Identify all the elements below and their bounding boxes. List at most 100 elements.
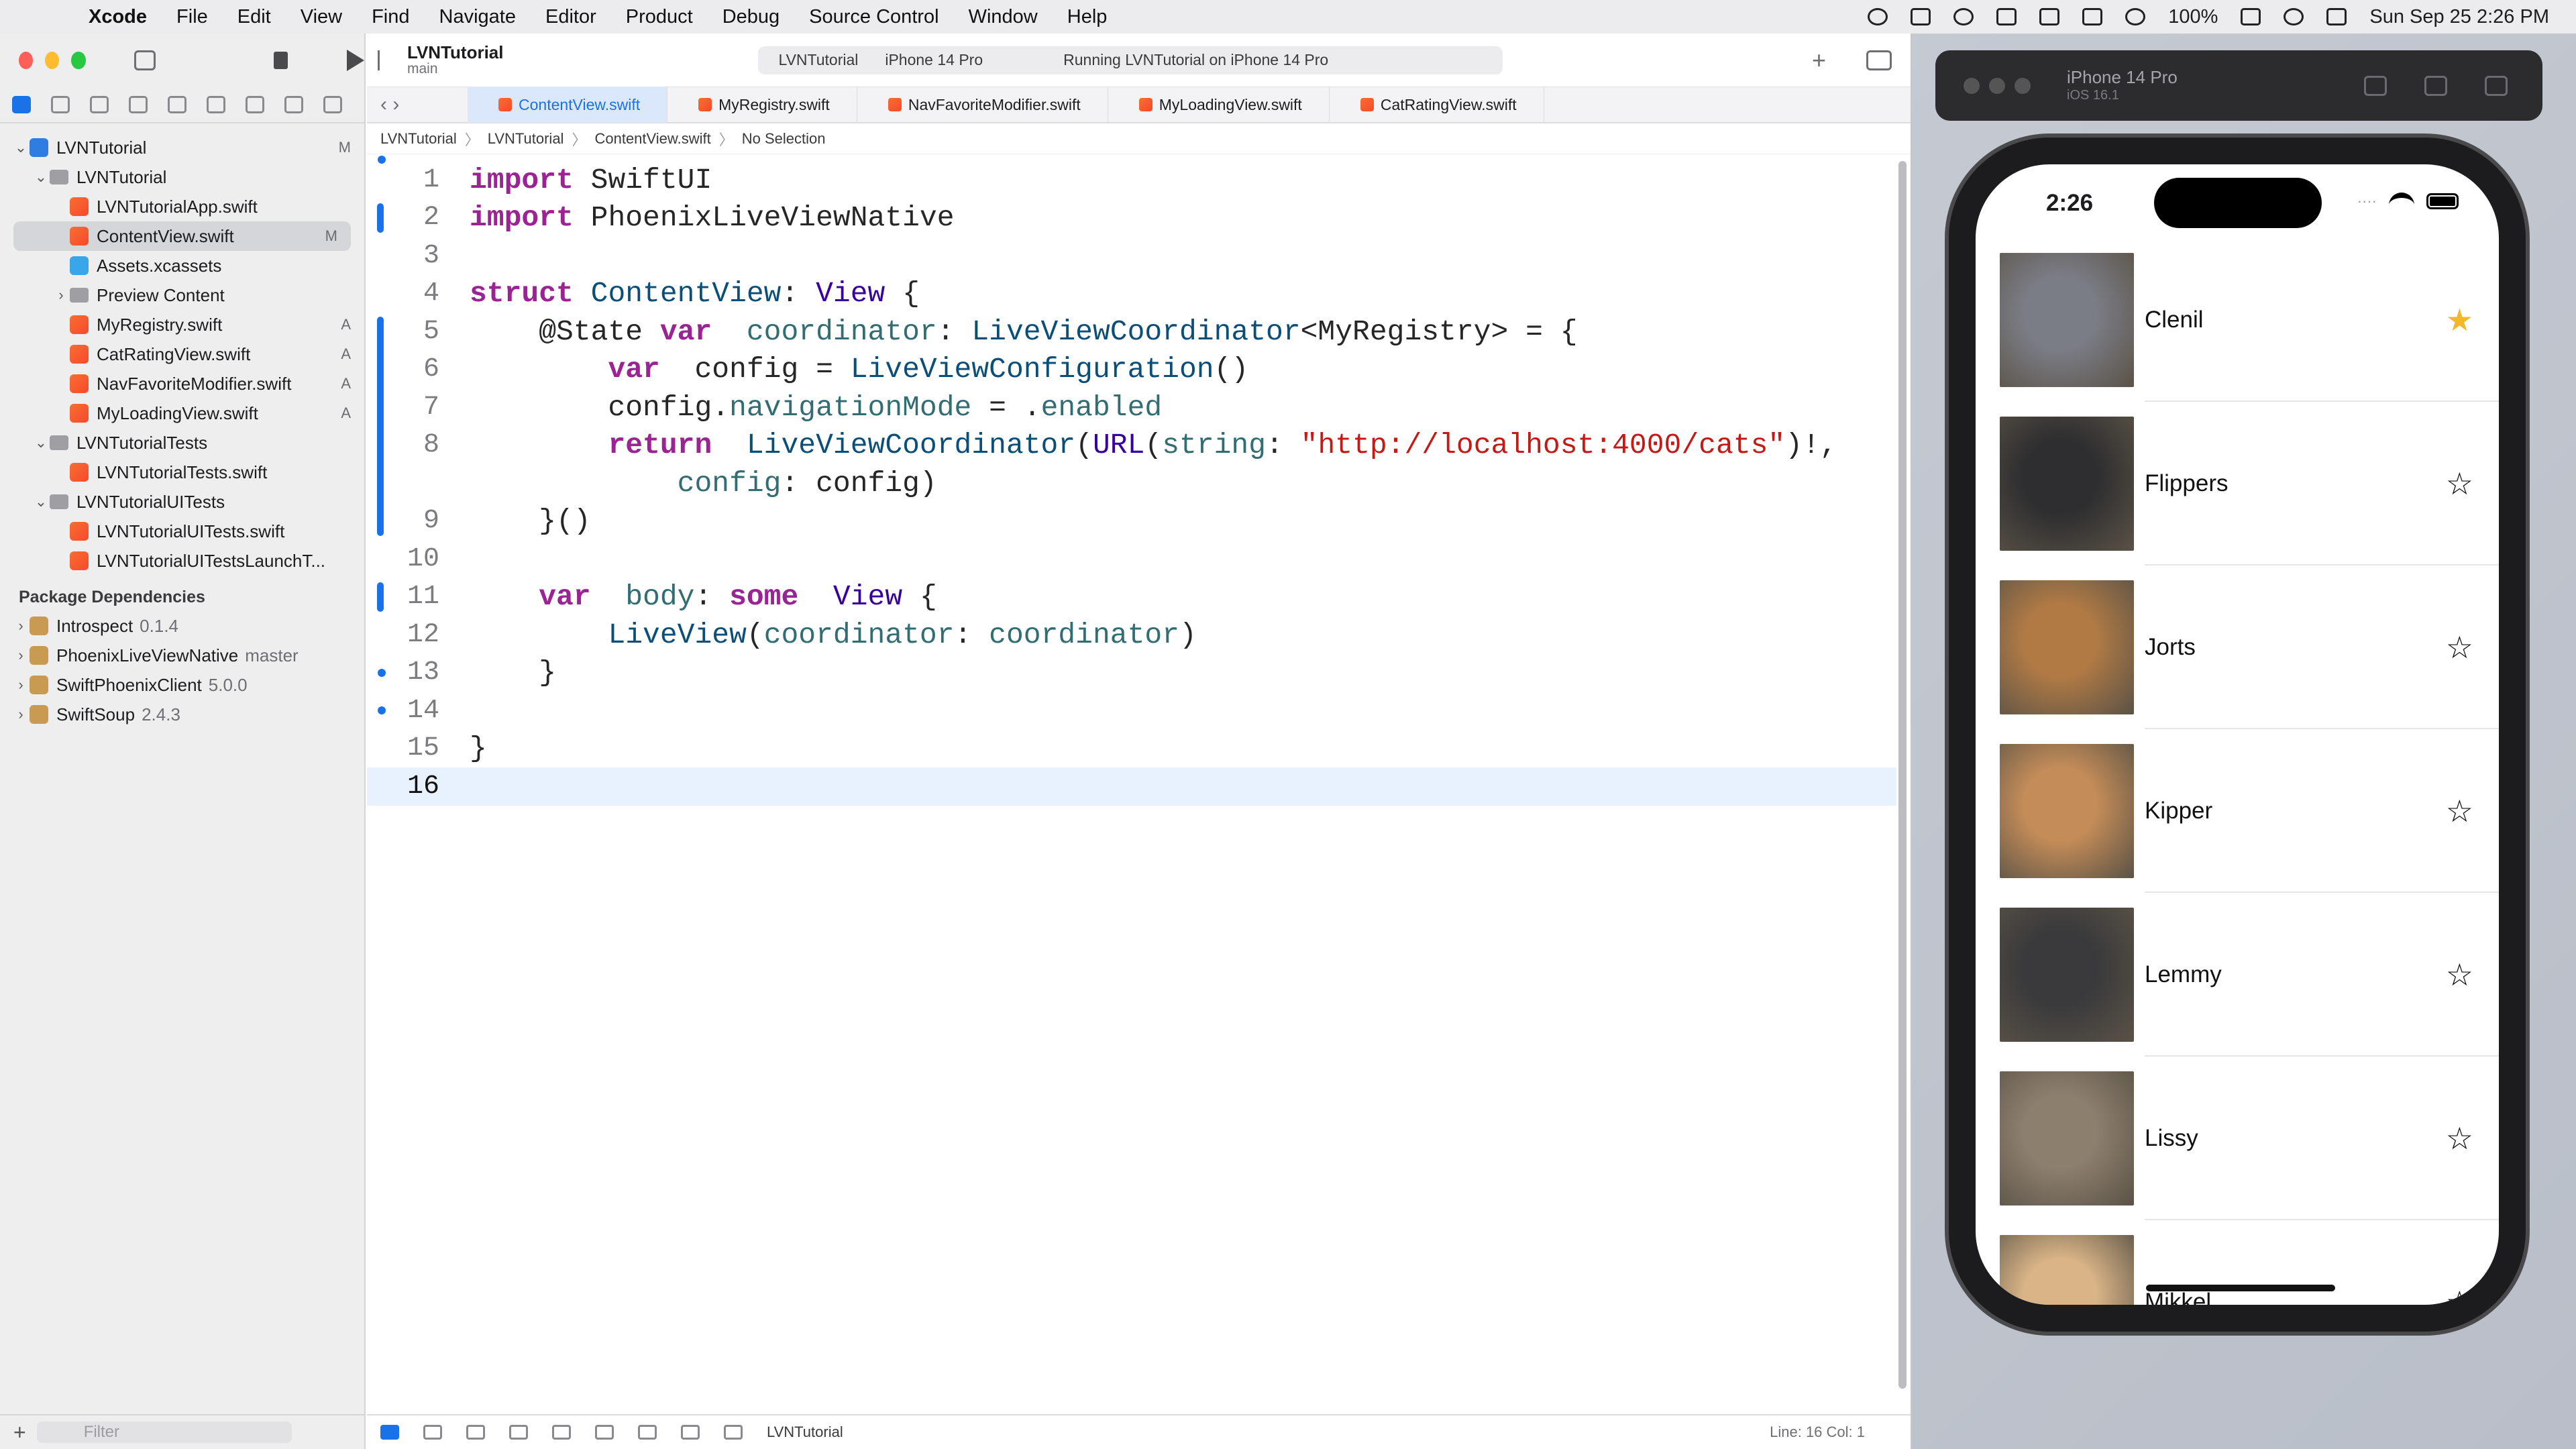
wifi-icon[interactable]: [2284, 8, 2304, 25]
add-icon[interactable]: +: [13, 1420, 26, 1445]
tab-catratingview[interactable]: CatRatingView.swift: [1330, 87, 1544, 123]
code-line[interactable]: 6 var config = LiveViewConfiguration(): [367, 351, 1896, 389]
package-item[interactable]: › PhoenixLiveViewNative master: [0, 641, 364, 670]
disclosure-icon[interactable]: ›: [12, 706, 30, 723]
dropbox-icon[interactable]: [1996, 8, 2017, 25]
file-tree-item[interactable]: LVNTutorialApp.swift: [0, 192, 364, 221]
code-line[interactable]: 13 }: [367, 654, 1896, 692]
list-item[interactable]: Jorts ☆: [1976, 566, 2499, 729]
flame-icon[interactable]: [1868, 8, 1888, 25]
file-tree-item[interactable]: › Preview Content: [0, 280, 364, 310]
change-indicator[interactable]: [377, 317, 384, 536]
menu-file[interactable]: File: [162, 6, 223, 28]
device-selector[interactable]: iPhone 14 Pro: [885, 51, 983, 69]
inspector-toggle-icon[interactable]: [1866, 50, 1892, 70]
code-line[interactable]: 12 LiveView(coordinator: coordinator): [367, 616, 1896, 654]
test-icon[interactable]: [207, 96, 225, 113]
code-line[interactable]: 2 import PhoenixLiveViewNative: [367, 199, 1896, 237]
minimize-window-button[interactable]: [45, 52, 60, 69]
rotate-icon[interactable]: [2485, 75, 2508, 96]
change-indicator[interactable]: [377, 203, 384, 233]
window-grid-icon[interactable]: [2039, 8, 2060, 25]
disclosure-icon[interactable]: ›: [12, 617, 30, 635]
folder-icon[interactable]: [12, 96, 31, 113]
environment-icon[interactable]: [681, 1425, 700, 1440]
tab-nav-icon[interactable]: ‹ ›: [367, 93, 468, 116]
star-icon[interactable]: ☆: [2446, 793, 2473, 829]
tab-navfavoritemodifier[interactable]: NavFavoriteModifier.swift: [857, 87, 1108, 123]
debug-target[interactable]: LVNTutorial: [767, 1424, 843, 1441]
find-icon[interactable]: [129, 96, 148, 113]
code-line[interactable]: 5 @State var coordinator: LiveViewCoordi…: [367, 313, 1896, 351]
code-editor[interactable]: 1 import SwiftUI 2 import PhoenixLiveViewNa…: [367, 156, 1896, 806]
code-line[interactable]: config: config): [367, 464, 1896, 502]
star-icon[interactable]: ☆: [2446, 957, 2473, 993]
code-line[interactable]: 8 return LiveViewCoordinator(URL(string:…: [367, 427, 1896, 465]
list-item[interactable]: Lemmy ☆: [1976, 893, 2499, 1057]
package-item[interactable]: › Introspect 0.1.4: [0, 611, 364, 641]
run-icon[interactable]: [347, 50, 364, 71]
star-icon[interactable]: ★: [2446, 302, 2473, 338]
menu-help[interactable]: Help: [1053, 6, 1122, 28]
file-tree-item[interactable]: ⌄ LVNTutorialUITests: [0, 487, 364, 517]
symbol-icon[interactable]: [90, 96, 109, 113]
star-icon[interactable]: ☆: [2446, 1284, 2473, 1305]
disclosure-icon[interactable]: ⌄: [32, 493, 50, 511]
location-icon[interactable]: [724, 1425, 743, 1440]
file-tree-item[interactable]: LVNTutorialUITests.swift: [0, 517, 364, 546]
code-line[interactable]: 7 config.navigationMode = .enabled: [367, 388, 1896, 427]
menu-edit[interactable]: Edit: [223, 6, 286, 28]
issue-icon[interactable]: [168, 96, 186, 113]
code-line[interactable]: 10: [367, 540, 1896, 578]
display-icon[interactable]: [2082, 8, 2103, 25]
code-line[interactable]: 14: [367, 692, 1896, 730]
filter-input[interactable]: Filter: [36, 1421, 292, 1443]
project-branch[interactable]: LVNTutorial main: [407, 43, 503, 76]
file-tree-item[interactable]: LVNTutorialUITestsLaunchT...: [0, 546, 364, 576]
breadcrumb-item[interactable]: LVNTutorial: [488, 130, 564, 148]
control-center-icon[interactable]: [2326, 8, 2347, 25]
file-tree-item[interactable]: ⌄ LVNTutorial: [0, 162, 364, 192]
memory-graph-icon[interactable]: [638, 1425, 657, 1440]
menu-app[interactable]: Xcode: [74, 6, 162, 28]
list-item[interactable]: Lissy ☆: [1976, 1057, 2499, 1220]
menu-source-control[interactable]: Source Control: [794, 6, 953, 28]
document-icon[interactable]: [1911, 8, 1931, 25]
breadcrumb-item[interactable]: LVNTutorial: [380, 130, 457, 148]
change-indicator[interactable]: [377, 582, 384, 612]
code-line[interactable]: 9 }(): [367, 502, 1896, 541]
package-item[interactable]: › SwiftPhoenixClient 5.0.0: [0, 670, 364, 700]
disclosure-icon[interactable]: ⌄: [12, 139, 30, 156]
breakpoints-toggle-icon[interactable]: [380, 1425, 399, 1440]
breakpoint-icon[interactable]: [284, 96, 303, 113]
menu-navigate[interactable]: Navigate: [425, 6, 531, 28]
scheme-selector[interactable]: LVNTutorial: [778, 51, 858, 69]
list-item[interactable]: Flippers ☆: [1976, 402, 2499, 566]
disclosure-icon[interactable]: ›: [12, 676, 30, 694]
grammarly-icon[interactable]: [1953, 8, 1974, 25]
close-window-button[interactable]: [19, 52, 34, 69]
zoom-window-button[interactable]: [71, 52, 86, 69]
star-icon[interactable]: ☆: [2446, 629, 2473, 665]
home-icon[interactable]: [2364, 75, 2387, 96]
code-line[interactable]: 1 import SwiftUI: [367, 161, 1896, 199]
tab-contentview[interactable]: ContentView.swift: [468, 87, 668, 123]
zoom-window-button[interactable]: [2015, 77, 2031, 94]
menu-view[interactable]: View: [286, 6, 357, 28]
file-tree-item[interactable]: CatRatingView.swift A: [0, 339, 364, 369]
breadcrumb-item[interactable]: No Selection: [742, 130, 826, 148]
cat-list[interactable]: Clenil ★ Flippers ☆ Jorts ☆ Kipper ☆ Lemmy ☆ Lissy…: [1976, 238, 2499, 1305]
tab-myloadingview[interactable]: MyLoadingView.swift: [1108, 87, 1330, 123]
close-window-button[interactable]: [1964, 77, 1980, 94]
battery-icon[interactable]: [2241, 8, 2261, 25]
stop-icon[interactable]: [273, 52, 288, 69]
menu-debug[interactable]: Debug: [708, 6, 794, 28]
disclosure-icon[interactable]: ›: [12, 647, 30, 664]
report-icon[interactable]: [323, 96, 342, 113]
disclosure-icon[interactable]: ⌄: [32, 168, 50, 186]
file-tree-item[interactable]: Assets.xcassets: [0, 251, 364, 280]
code-line[interactable]: 11 var body: some View {: [367, 578, 1896, 616]
menu-window[interactable]: Window: [954, 6, 1053, 28]
add-icon[interactable]: +: [1812, 46, 1826, 74]
package-item[interactable]: › SwiftSoup 2.4.3: [0, 700, 364, 729]
